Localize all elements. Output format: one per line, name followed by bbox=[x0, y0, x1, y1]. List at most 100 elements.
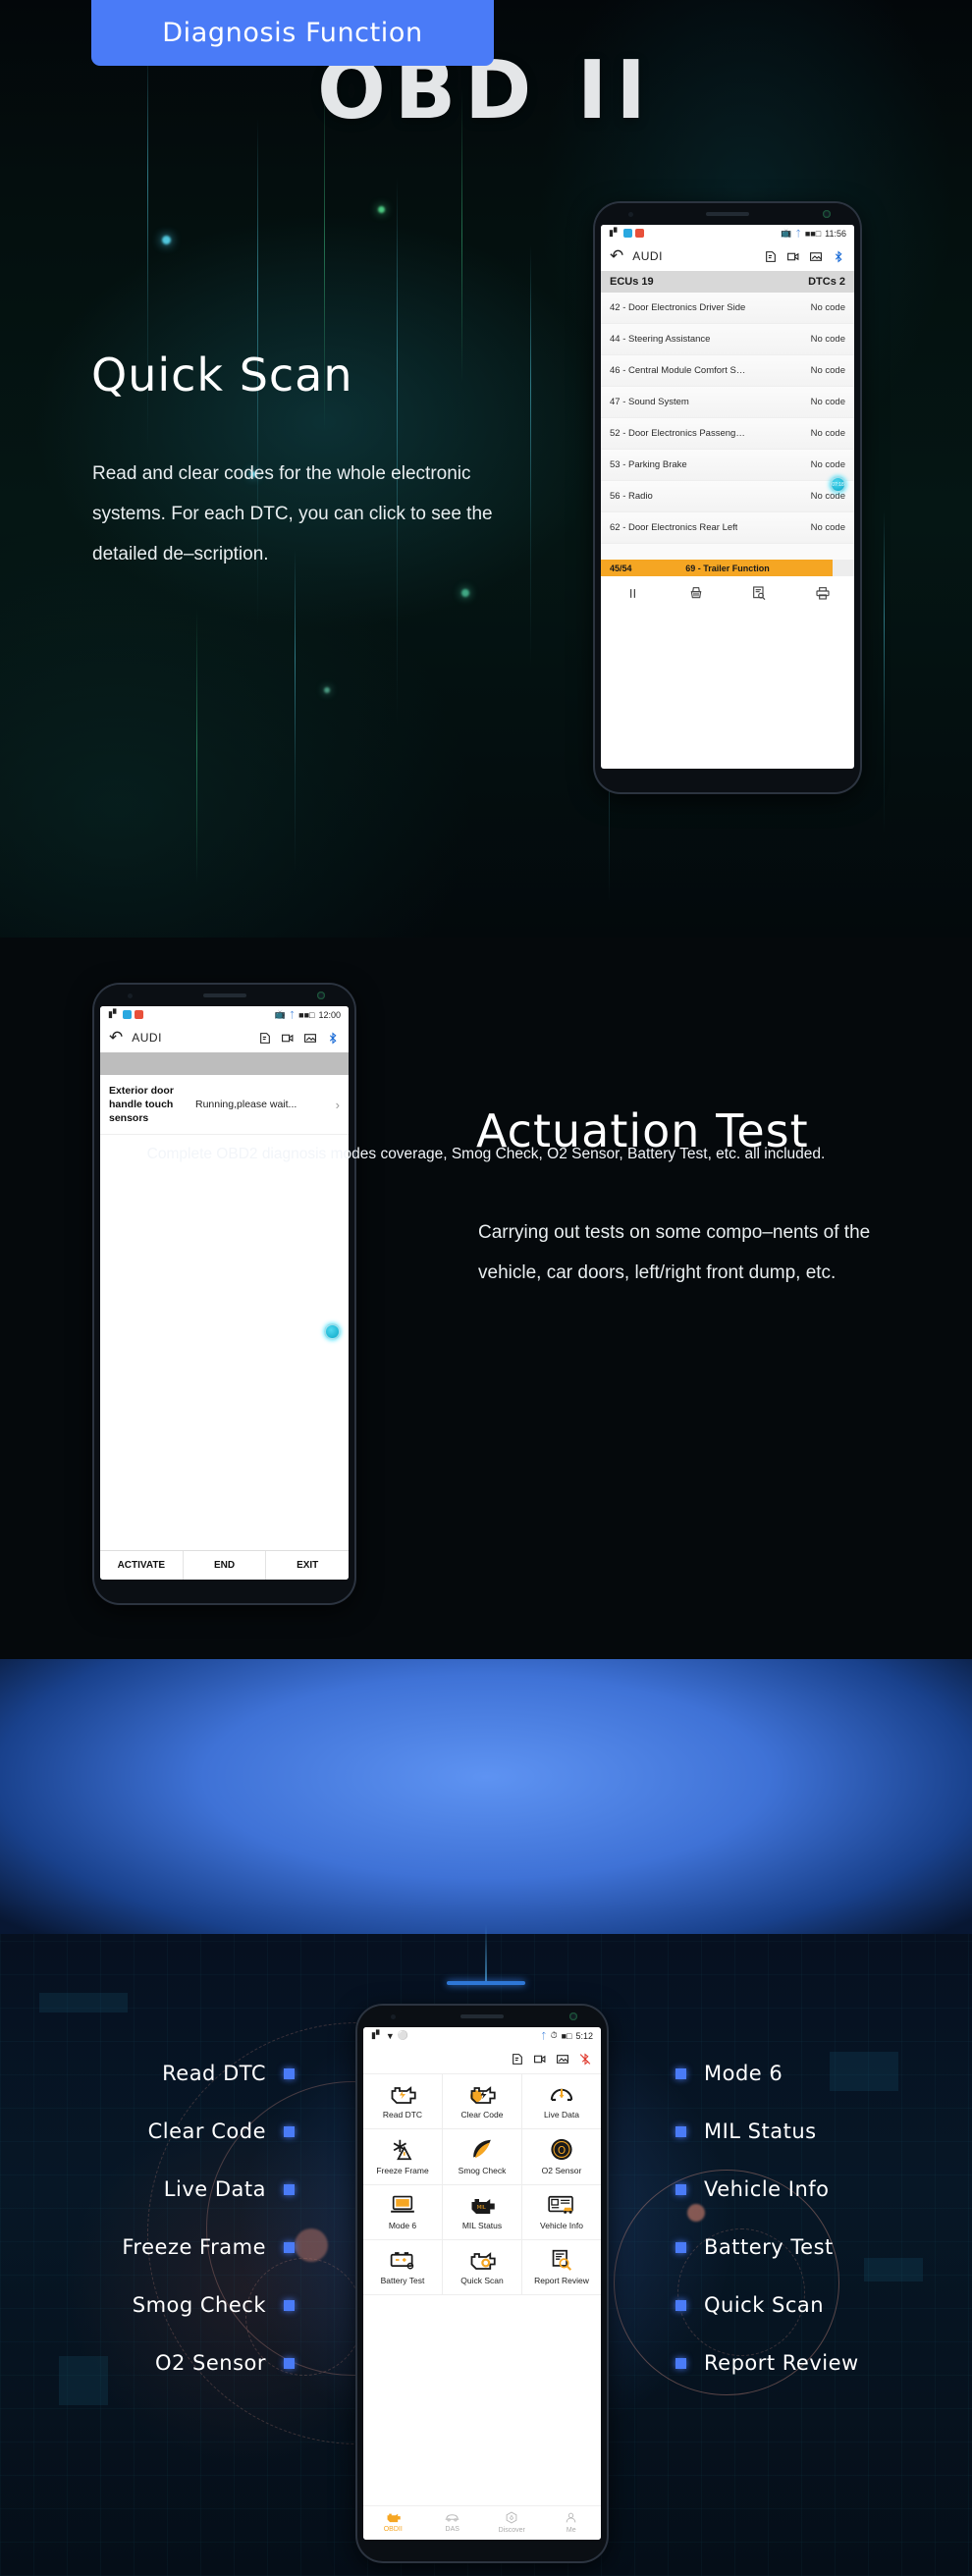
table-row[interactable]: 56 - Radio No code bbox=[601, 481, 854, 512]
battery-icon: ■■□ bbox=[298, 1009, 315, 1020]
obd-subtitle: Complete OBD2 diagnosis modes coverage, … bbox=[146, 1146, 826, 1162]
bullet-icon bbox=[675, 2125, 686, 2137]
nav-label: DAS bbox=[445, 2526, 459, 2533]
grid-label: Live Data bbox=[544, 2110, 579, 2120]
grid-cell-clear-code[interactable]: Clear Code bbox=[443, 2074, 522, 2129]
list-item: Freeze Frame bbox=[122, 2235, 295, 2259]
header-banner: Diagnosis Function bbox=[91, 0, 494, 66]
feature-label: MIL Status bbox=[704, 2120, 817, 2143]
wifi-icon: ▼ bbox=[385, 2030, 395, 2041]
feature-label: Vehicle Info bbox=[704, 2177, 830, 2201]
grid-label: Battery Test bbox=[380, 2276, 425, 2285]
scan-progress-remaining bbox=[833, 560, 854, 576]
nav-label: Me bbox=[566, 2527, 576, 2534]
nav-item-me[interactable]: Me bbox=[542, 2506, 602, 2540]
ecu-table-header: ECUs 19 DTCs 2 bbox=[601, 271, 854, 293]
end-button[interactable]: END bbox=[184, 1551, 267, 1580]
note-edit-icon[interactable] bbox=[511, 2053, 524, 2066]
earpiece bbox=[460, 2014, 504, 2018]
ecu-code: No code bbox=[810, 428, 845, 439]
bullet-icon bbox=[284, 2183, 295, 2195]
bullet-icon bbox=[675, 2183, 686, 2195]
erase-icon[interactable] bbox=[665, 585, 729, 601]
deco-line bbox=[196, 609, 197, 884]
table-row[interactable]: 62 - Door Electronics Rear Left No code bbox=[601, 512, 854, 544]
table-row[interactable]: 42 - Door Electronics Driver Side No code bbox=[601, 293, 854, 324]
phone-actuation: ▮▘ 📺 ᛏ ■■□ 12:00 ↶ AUDI Exterior door ha… bbox=[94, 985, 354, 1603]
svg-text:O: O bbox=[558, 2144, 566, 2157]
bluetooth-icon: ᛏ bbox=[795, 228, 801, 239]
back-arrow-icon[interactable]: ↶ bbox=[610, 246, 623, 266]
phone-screen: ▮▘ 📺 ᛏ ■■□ 11:56 ↶ AUDI ECUs 19 DTCs 2 4… bbox=[601, 225, 854, 769]
exit-button[interactable]: EXIT bbox=[266, 1551, 349, 1580]
grid-cell-vehicle-info[interactable]: Vehicle Info bbox=[522, 2185, 601, 2240]
report-icon[interactable] bbox=[728, 585, 791, 601]
screenshot-icon[interactable] bbox=[556, 2053, 569, 2066]
phone-obd: ▮▘ ▼ ⚪ ᛏ ⏱ ■□ 5:12 Read DTC Clear Code L… bbox=[357, 2006, 607, 2561]
app-icon-blue bbox=[122, 1010, 132, 1019]
ecu-list[interactable]: 42 - Door Electronics Driver Side No code… bbox=[601, 293, 854, 544]
grid-cell-mil-status[interactable]: MIL MIL Status bbox=[443, 2185, 522, 2240]
screenshot-icon[interactable] bbox=[809, 250, 823, 263]
nav-item-das[interactable]: DAS bbox=[423, 2506, 483, 2540]
bluetooth-connected-icon[interactable] bbox=[326, 1031, 340, 1045]
nav-item-discover[interactable]: Discover bbox=[482, 2506, 542, 2540]
engine-icon bbox=[387, 2513, 401, 2523]
deco-line bbox=[530, 245, 531, 668]
video-record-icon[interactable] bbox=[786, 250, 800, 263]
phone-notch bbox=[94, 985, 354, 1006]
video-record-icon[interactable] bbox=[281, 1032, 295, 1045]
table-row[interactable]: 47 - Sound System No code bbox=[601, 387, 854, 418]
table-row[interactable]: 44 - Steering Assistance No code bbox=[601, 324, 854, 355]
table-row[interactable]: 46 - Central Module Comfort Sy... No code bbox=[601, 355, 854, 387]
floating-record-button[interactable] bbox=[324, 1323, 341, 1340]
engine-mil-icon: MIL bbox=[471, 2199, 495, 2214]
ecu-name: 53 - Parking Brake bbox=[610, 459, 687, 470]
activate-button[interactable]: ACTIVATE bbox=[100, 1551, 184, 1580]
app-bar bbox=[363, 2044, 601, 2073]
list-filler bbox=[601, 544, 854, 560]
list-item: Smog Check bbox=[133, 2293, 295, 2317]
app-icon-red bbox=[134, 1010, 143, 1019]
note-edit-icon[interactable] bbox=[258, 1032, 272, 1045]
grid-cell-freeze-frame[interactable]: Freeze Frame bbox=[363, 2129, 443, 2185]
feature-label: Read DTC bbox=[162, 2062, 266, 2085]
pause-icon[interactable] bbox=[601, 586, 665, 601]
grid-cell-battery-test[interactable]: Battery Test bbox=[363, 2240, 443, 2295]
person-icon bbox=[566, 2512, 576, 2523]
back-arrow-icon[interactable]: ↶ bbox=[109, 1028, 123, 1047]
bluetooth-disconnected-icon[interactable] bbox=[578, 2052, 592, 2066]
grid-cell-live-data[interactable]: Live Data bbox=[522, 2074, 601, 2129]
grid-cell-mode-6[interactable]: Mode 6 bbox=[363, 2185, 443, 2240]
grid-cell-report-review[interactable]: Report Review bbox=[522, 2240, 601, 2295]
table-row[interactable]: 53 - Parking Brake No code bbox=[601, 450, 854, 481]
battery-icon: ■■□ bbox=[804, 228, 822, 239]
bottom-toolbar bbox=[601, 576, 854, 610]
deco-block bbox=[39, 1993, 128, 2012]
chevron-right-icon[interactable]: › bbox=[336, 1098, 340, 1112]
grid-cell-o2-sensor[interactable]: O O2 Sensor bbox=[522, 2129, 601, 2185]
grid-label: Smog Check bbox=[458, 2166, 507, 2175]
nav-label: OBDII bbox=[383, 2526, 403, 2533]
deco-glow bbox=[324, 687, 330, 693]
screenshot-icon[interactable] bbox=[303, 1032, 317, 1045]
ecu-code: No code bbox=[810, 365, 845, 376]
list-item: Read DTC bbox=[162, 2062, 295, 2085]
grid-cell-read-dtc[interactable]: Read DTC bbox=[363, 2074, 443, 2129]
note-edit-icon[interactable] bbox=[764, 250, 778, 263]
grid-label: Report Review bbox=[534, 2276, 589, 2285]
proximity-sensor-icon bbox=[128, 993, 133, 998]
grid-cell-quick-scan[interactable]: Quick Scan bbox=[443, 2240, 522, 2295]
car-icon bbox=[445, 2514, 459, 2522]
print-icon[interactable] bbox=[791, 585, 855, 601]
list-item: Mode 6 bbox=[675, 2062, 783, 2085]
quick-scan-paragraph: Read and clear codes for the whole elect… bbox=[92, 463, 493, 564]
nav-item-obdii[interactable]: OBDII bbox=[363, 2506, 423, 2540]
floating-record-timer[interactable]: 07:18 bbox=[830, 476, 846, 493]
video-record-icon[interactable] bbox=[533, 2053, 547, 2066]
table-row[interactable]: 52 - Door Electronics Passenge... No code bbox=[601, 418, 854, 450]
status-bar-left: ▮▘ bbox=[609, 228, 644, 239]
bluetooth-connected-icon[interactable] bbox=[832, 249, 845, 263]
actuation-row[interactable]: Exterior door handle touch sensors Runni… bbox=[100, 1075, 349, 1135]
grid-cell-smog-check[interactable]: Smog Check bbox=[443, 2129, 522, 2185]
